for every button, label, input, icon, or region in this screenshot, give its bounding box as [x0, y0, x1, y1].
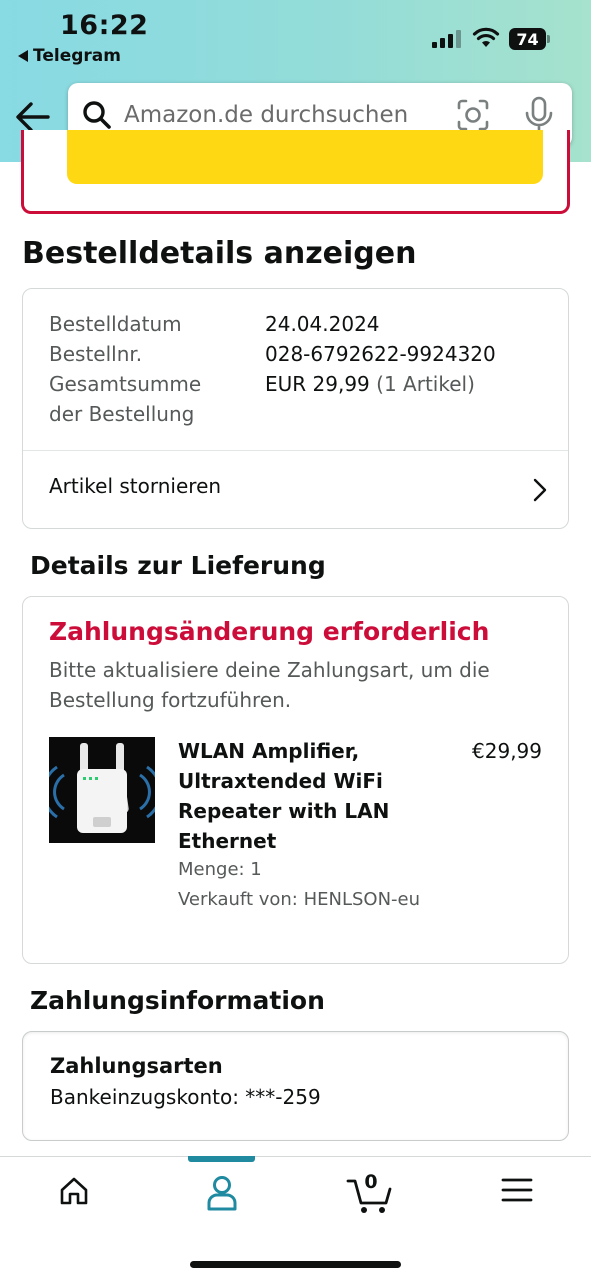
camera-search-icon[interactable]: [456, 98, 490, 132]
order-total-amount: EUR 29,99: [265, 372, 370, 396]
battery-level: 74: [516, 29, 539, 49]
cancel-items-row[interactable]: Artikel stornieren: [23, 451, 568, 529]
order-total-label-line1: Gesamtsumme: [49, 372, 202, 396]
order-number-value: 028-6792622-9924320: [265, 342, 496, 366]
back-triangle-icon: [18, 50, 28, 62]
order-number-label: Bestellnr.: [49, 342, 143, 366]
back-app-label: Telegram: [33, 46, 121, 66]
order-date-label: Bestelldatum: [49, 312, 182, 336]
delivery-heading: Details zur Lieferung: [30, 551, 326, 580]
menu-icon: [501, 1178, 533, 1202]
back-arrow-icon[interactable]: [14, 100, 52, 134]
order-item-count: (1 Artikel): [376, 372, 475, 396]
chevron-right-icon: [533, 478, 547, 502]
delivery-card: Zahlungsänderung erforderlich Bitte aktu…: [22, 596, 569, 964]
battery-indicator: 74: [509, 28, 551, 50]
payment-method-value: Bankeinzugskonto: ***-259: [50, 1085, 321, 1109]
microphone-icon[interactable]: [524, 96, 554, 134]
home-icon: [60, 1177, 88, 1205]
wifi-icon: [472, 27, 500, 47]
product-seller: Verkauft von: HENLSON-eu: [178, 889, 421, 910]
order-summary-card: Bestelldatum 24.04.2024 Bestellnr. 028-6…: [22, 288, 569, 529]
cancel-items-label: Artikel stornieren: [49, 474, 222, 498]
nav-menu-button[interactable]: [487, 1175, 547, 1219]
back-to-telegram-link[interactable]: Telegram: [18, 46, 121, 66]
active-tab-indicator: [188, 1156, 255, 1162]
account-icon: [207, 1176, 237, 1211]
bottom-navigation: 0: [0, 1156, 591, 1280]
cart-count-badge: 0: [364, 1171, 378, 1193]
wifi-repeater-image: [49, 737, 155, 843]
nav-home-button[interactable]: [44, 1175, 104, 1219]
payment-methods-card: Zahlungsarten Bankeinzugskonto: ***-259: [22, 1031, 569, 1141]
order-total-value: EUR 29,99 (1 Artikel): [265, 369, 475, 399]
product-title-link[interactable]: WLAN Amplifier, Ultraxtended WiFi Repeat…: [178, 736, 438, 856]
order-date-value: 24.04.2024: [265, 312, 380, 336]
alert-card: [21, 130, 570, 214]
order-total-label-line2: der Bestellung: [49, 402, 195, 426]
product-price: €29,99: [472, 739, 542, 763]
home-indicator: [190, 1261, 401, 1268]
page-title: Bestelldetails anzeigen: [22, 236, 417, 271]
search-icon: [83, 101, 111, 129]
status-time: 16:22: [60, 10, 149, 41]
cellular-signal-icon: [432, 30, 461, 48]
nav-account-button[interactable]: [192, 1175, 252, 1219]
payment-change-required-text: Bitte aktualisiere deine Zahlungsart, um…: [49, 658, 490, 712]
product-quantity: Menge: 1: [178, 859, 262, 880]
payment-heading: Zahlungsinformation: [30, 986, 325, 1015]
payment-change-required-title: Zahlungsänderung erforderlich: [49, 617, 490, 646]
payment-methods-title: Zahlungsarten: [50, 1054, 223, 1078]
product-image[interactable]: [49, 737, 155, 843]
update-payment-button[interactable]: [67, 130, 543, 184]
nav-cart-button[interactable]: 0: [340, 1171, 400, 1219]
